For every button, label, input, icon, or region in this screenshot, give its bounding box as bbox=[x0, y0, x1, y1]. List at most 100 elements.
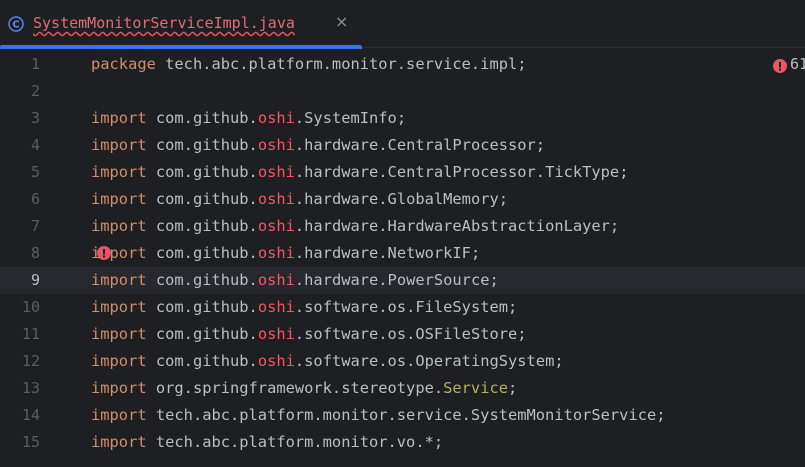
code-token: Service bbox=[443, 379, 508, 397]
code-token: oshi bbox=[257, 190, 295, 208]
code-token: oshi bbox=[257, 163, 295, 181]
code-line[interactable]: 2 bbox=[0, 78, 805, 105]
line-number: 12 bbox=[21, 352, 40, 370]
code-token: .hardware.NetworkIF; bbox=[294, 244, 481, 262]
code-token: .software.os.OperatingSystem; bbox=[294, 352, 564, 370]
code-text: import com.github.oshi.software.os.FileS… bbox=[91, 294, 517, 321]
code-token: com.github. bbox=[146, 244, 258, 262]
code-token: .hardware.HardwareAbstractionLayer; bbox=[294, 217, 620, 235]
code-token: com.github. bbox=[146, 163, 258, 181]
code-token: .software.os.FileSystem; bbox=[294, 298, 518, 316]
error-indicator-icon[interactable] bbox=[773, 59, 787, 73]
code-line[interactable]: 3 import com.github.oshi.SystemInfo; bbox=[0, 105, 805, 132]
code-line[interactable]: 4 import com.github.oshi.hardware.Central… bbox=[0, 132, 805, 159]
code-text: import com.github.oshi.SystemInfo; bbox=[91, 105, 406, 132]
code-token: import bbox=[91, 190, 147, 208]
editor-tab-bar: C SystemMonitorServiceImpl.java × bbox=[0, 0, 805, 49]
code-token: import bbox=[91, 217, 147, 235]
editor-tab-file[interactable]: C SystemMonitorServiceImpl.java × bbox=[0, 0, 362, 49]
line-number: 7 bbox=[30, 217, 40, 235]
close-icon[interactable]: × bbox=[335, 12, 348, 31]
code-token: org.springframework.stereotype. bbox=[146, 379, 444, 397]
line-number: 15 bbox=[21, 433, 40, 451]
tab-title: SystemMonitorServiceImpl.java bbox=[33, 14, 295, 32]
code-text: import com.github.oshi.hardware.Hardware… bbox=[91, 213, 619, 240]
code-token: import bbox=[91, 379, 147, 397]
code-line[interactable]: 8 import com.github.oshi.hardware.Network… bbox=[0, 240, 805, 267]
line-number: 11 bbox=[21, 325, 40, 343]
line-number: 10 bbox=[21, 298, 40, 316]
code-token: oshi bbox=[257, 244, 295, 262]
code-token: oshi bbox=[257, 109, 295, 127]
code-line[interactable]: 11 import com.github.oshi.software.os.OSF… bbox=[0, 321, 805, 348]
code-token: package bbox=[91, 55, 156, 73]
line-number: 14 bbox=[21, 406, 40, 424]
code-text: import tech.abc.platform.monitor.vo.*; bbox=[91, 429, 443, 456]
code-token: import bbox=[91, 109, 147, 127]
code-token: com.github. bbox=[146, 271, 258, 289]
code-token: tech.abc.platform.monitor.service.System… bbox=[146, 406, 666, 424]
code-text: import com.github.oshi.hardware.GlobalMe… bbox=[91, 186, 508, 213]
code-text: import com.github.oshi.software.os.Opera… bbox=[91, 348, 564, 375]
code-line[interactable]: 1 package tech.abc.platform.monitor.servi… bbox=[0, 51, 805, 78]
code-token: .SystemInfo; bbox=[294, 109, 407, 127]
code-line[interactable]: 12 import com.github.oshi.software.os.Ope… bbox=[0, 348, 805, 375]
code-token: oshi bbox=[257, 352, 295, 370]
code-token: com.github. bbox=[146, 298, 258, 316]
code-token: com.github. bbox=[146, 325, 258, 343]
code-token: .hardware.CentralProcessor.TickType; bbox=[294, 163, 629, 181]
code-token: com.github. bbox=[146, 217, 258, 235]
code-token: com.github. bbox=[146, 136, 258, 154]
code-token: tech.abc.platform.monitor.service.impl; bbox=[155, 55, 527, 73]
code-token: com.github. bbox=[146, 109, 258, 127]
code-line[interactable]: 9 import com.github.oshi.hardware.PowerSo… bbox=[0, 267, 805, 294]
code-token: import bbox=[91, 271, 147, 289]
code-token: oshi bbox=[257, 298, 295, 316]
line-number: 9 bbox=[30, 271, 40, 289]
code-token: import bbox=[91, 298, 147, 316]
code-line[interactable]: 5 import com.github.oshi.hardware.Central… bbox=[0, 159, 805, 186]
code-token: .hardware.PowerSource; bbox=[294, 271, 499, 289]
code-line[interactable]: 15 import tech.abc.platform.monitor.vo.*; bbox=[0, 429, 805, 456]
error-count[interactable]: 61 bbox=[790, 51, 805, 78]
code-token: .hardware.CentralProcessor; bbox=[294, 136, 546, 154]
code-line[interactable]: 6 import com.github.oshi.hardware.GlobalM… bbox=[0, 186, 805, 213]
code-text: import com.github.oshi.software.os.OSFil… bbox=[91, 321, 527, 348]
code-token: import bbox=[91, 325, 147, 343]
code-line[interactable]: 13 import org.springframework.stereotype.… bbox=[0, 375, 805, 402]
code-text: import org.springframework.stereotype.Se… bbox=[91, 375, 517, 402]
code-line[interactable]: 14 import tech.abc.platform.monitor.servi… bbox=[0, 402, 805, 429]
code-editor[interactable]: 1 package tech.abc.platform.monitor.servi… bbox=[0, 49, 805, 467]
code-token: import bbox=[91, 163, 147, 181]
code-text: import com.github.oshi.hardware.NetworkI… bbox=[91, 240, 480, 267]
code-token: import bbox=[91, 136, 147, 154]
line-number: 4 bbox=[30, 136, 40, 154]
code-token: oshi bbox=[257, 136, 295, 154]
code-token: oshi bbox=[257, 271, 295, 289]
code-token: ; bbox=[508, 379, 518, 397]
code-token: oshi bbox=[257, 325, 295, 343]
code-text: package tech.abc.platform.monitor.servic… bbox=[91, 51, 527, 78]
error-bulb-icon[interactable] bbox=[97, 246, 111, 260]
line-number: 8 bbox=[30, 244, 40, 262]
code-line[interactable]: 10 import com.github.oshi.software.os.Fil… bbox=[0, 294, 805, 321]
line-number: 6 bbox=[30, 190, 40, 208]
code-token: .hardware.GlobalMemory; bbox=[294, 190, 509, 208]
class-c-icon: C bbox=[8, 16, 24, 32]
code-token: com.github. bbox=[146, 352, 258, 370]
code-token: tech.abc.platform.monitor.vo.*; bbox=[146, 433, 444, 451]
line-number: 3 bbox=[30, 109, 40, 127]
svg-text:C: C bbox=[12, 20, 19, 31]
code-token: import bbox=[91, 406, 147, 424]
code-text: import com.github.oshi.hardware.CentralP… bbox=[91, 159, 628, 186]
line-number: 13 bbox=[21, 379, 40, 397]
code-token: .software.os.OSFileStore; bbox=[294, 325, 527, 343]
code-token: oshi bbox=[257, 217, 295, 235]
code-line[interactable]: 7 import com.github.oshi.hardware.Hardwar… bbox=[0, 213, 805, 240]
code-text: import com.github.oshi.hardware.PowerSou… bbox=[91, 267, 499, 294]
line-number: 5 bbox=[30, 163, 40, 181]
code-token: import bbox=[91, 352, 147, 370]
code-token: import bbox=[91, 433, 147, 451]
code-text: import com.github.oshi.hardware.CentralP… bbox=[91, 132, 545, 159]
line-number: 2 bbox=[30, 82, 40, 100]
